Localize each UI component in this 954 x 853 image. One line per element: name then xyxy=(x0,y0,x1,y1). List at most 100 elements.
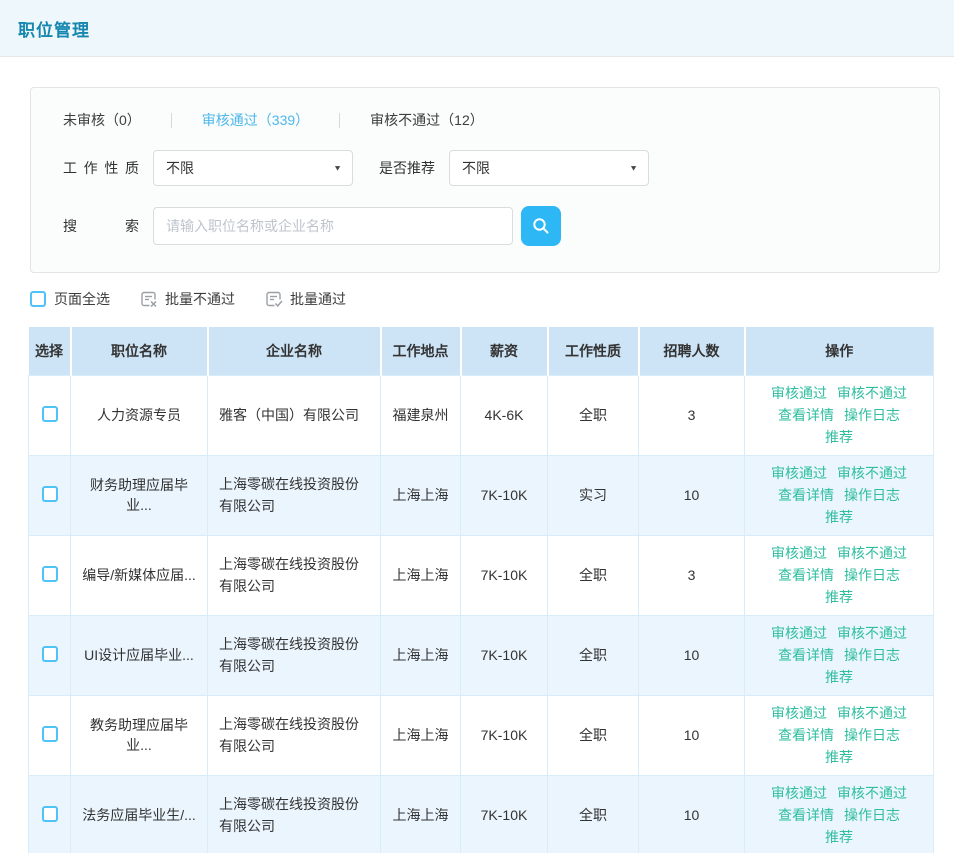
view-details-link[interactable]: 查看详情 xyxy=(778,807,834,823)
position-cell: 教务助理应届毕业... xyxy=(71,695,208,775)
filter-card: 未审核（0） 审核通过（339） 审核不通过（12） 工作性质 不限 ▼ 是否推… xyxy=(30,87,940,273)
company-cell: 上海零碳在线投资股份有限公司 xyxy=(208,615,381,695)
recommend-link[interactable]: 推荐 xyxy=(825,669,853,685)
tab-rejected[interactable]: 审核不通过（12） xyxy=(370,110,484,130)
approve-link[interactable]: 审核通过 xyxy=(771,625,827,641)
search-button[interactable] xyxy=(521,206,561,246)
search-icon xyxy=(531,216,551,236)
select-all-item[interactable]: 页面全选 xyxy=(30,289,110,309)
actions-cell: 审核通过审核不通过 查看详情操作日志 推荐 xyxy=(745,375,934,455)
location-cell: 福建泉州 xyxy=(381,375,461,455)
reject-link[interactable]: 审核不通过 xyxy=(837,625,907,641)
recommended-select[interactable]: 不限 ▼ xyxy=(449,150,649,186)
batch-approve-icon xyxy=(265,290,284,309)
tab-approved[interactable]: 审核通过（339） xyxy=(202,110,309,130)
search-label: 搜索 xyxy=(63,216,139,236)
operation-log-link[interactable]: 操作日志 xyxy=(844,807,900,823)
view-details-link[interactable]: 查看详情 xyxy=(778,727,834,743)
view-details-link[interactable]: 查看详情 xyxy=(778,487,834,503)
search-input[interactable] xyxy=(153,207,513,245)
batch-reject-button[interactable]: 批量不通过 xyxy=(140,289,235,309)
batch-reject-label: 批量不通过 xyxy=(165,289,235,309)
view-details-link[interactable]: 查看详情 xyxy=(778,407,834,423)
location-cell: 上海上海 xyxy=(381,455,461,535)
table-row: 教务助理应届毕业... 上海零碳在线投资股份有限公司 上海上海 7K-10K 全… xyxy=(29,695,934,775)
nature-cell: 全职 xyxy=(548,375,639,455)
tab-unreviewed[interactable]: 未审核（0） xyxy=(63,110,141,130)
headcount-cell: 3 xyxy=(639,375,745,455)
operation-log-link[interactable]: 操作日志 xyxy=(844,407,900,423)
reject-link[interactable]: 审核不通过 xyxy=(837,465,907,481)
table-row: 财务助理应届毕业... 上海零碳在线投资股份有限公司 上海上海 7K-10K 实… xyxy=(29,455,934,535)
batch-toolbar: 页面全选 批量不通过 xyxy=(30,289,940,309)
reject-link[interactable]: 审核不通过 xyxy=(837,545,907,561)
col-salary: 薪资 xyxy=(461,327,548,375)
reject-link[interactable]: 审核不通过 xyxy=(837,785,907,801)
position-cell: 编导/新媒体应届... xyxy=(71,535,208,615)
recommend-link[interactable]: 推荐 xyxy=(825,509,853,525)
location-cell: 上海上海 xyxy=(381,695,461,775)
tab-separator xyxy=(171,113,172,128)
chevron-down-icon: ▼ xyxy=(629,164,638,173)
row-checkbox[interactable] xyxy=(42,566,58,582)
location-cell: 上海上海 xyxy=(381,775,461,853)
row-checkbox[interactable] xyxy=(42,806,58,822)
chevron-down-icon: ▼ xyxy=(333,164,342,173)
company-cell: 上海零碳在线投资股份有限公司 xyxy=(208,535,381,615)
headcount-cell: 10 xyxy=(639,695,745,775)
recommend-link[interactable]: 推荐 xyxy=(825,749,853,765)
batch-approve-button[interactable]: 批量通过 xyxy=(265,289,346,309)
recommend-link[interactable]: 推荐 xyxy=(825,589,853,605)
salary-cell: 7K-10K xyxy=(461,615,548,695)
actions-cell: 审核通过审核不通过 查看详情操作日志 推荐 xyxy=(745,615,934,695)
row-checkbox[interactable] xyxy=(42,726,58,742)
row-checkbox[interactable] xyxy=(42,646,58,662)
job-nature-select[interactable]: 不限 ▼ xyxy=(153,150,353,186)
recommended-label: 是否推荐 xyxy=(379,158,435,178)
position-cell: 法务应届毕业生/... xyxy=(71,775,208,853)
filter-row-search: 搜索 xyxy=(53,206,939,246)
salary-cell: 7K-10K xyxy=(461,775,548,853)
col-company: 企业名称 xyxy=(208,327,381,375)
job-nature-value: 不限 xyxy=(166,158,194,178)
position-cell: UI设计应届毕业... xyxy=(71,615,208,695)
position-cell: 财务助理应届毕业... xyxy=(71,455,208,535)
operation-log-link[interactable]: 操作日志 xyxy=(844,647,900,663)
approve-link[interactable]: 审核通过 xyxy=(771,705,827,721)
col-nature: 工作性质 xyxy=(548,327,639,375)
approve-link[interactable]: 审核通过 xyxy=(771,545,827,561)
salary-cell: 7K-10K xyxy=(461,535,548,615)
approve-link[interactable]: 审核通过 xyxy=(771,465,827,481)
reject-link[interactable]: 审核不通过 xyxy=(837,705,907,721)
table-header-row: 选择 职位名称 企业名称 工作地点 薪资 工作性质 招聘人数 操作 xyxy=(29,327,934,375)
status-tabs: 未审核（0） 审核通过（339） 审核不通过（12） xyxy=(53,110,939,130)
row-checkbox[interactable] xyxy=(42,486,58,502)
select-all-checkbox[interactable] xyxy=(30,291,46,307)
filter-row-selects: 工作性质 不限 ▼ 是否推荐 不限 ▼ xyxy=(53,150,939,186)
nature-cell: 全职 xyxy=(548,615,639,695)
recommend-link[interactable]: 推荐 xyxy=(825,829,853,845)
headcount-cell: 10 xyxy=(639,615,745,695)
col-actions: 操作 xyxy=(745,327,934,375)
headcount-cell: 10 xyxy=(639,455,745,535)
row-checkbox[interactable] xyxy=(42,406,58,422)
view-details-link[interactable]: 查看详情 xyxy=(778,647,834,663)
actions-cell: 审核通过审核不通过 查看详情操作日志 推荐 xyxy=(745,535,934,615)
approve-link[interactable]: 审核通过 xyxy=(771,785,827,801)
view-details-link[interactable]: 查看详情 xyxy=(778,567,834,583)
operation-log-link[interactable]: 操作日志 xyxy=(844,567,900,583)
location-cell: 上海上海 xyxy=(381,615,461,695)
operation-log-link[interactable]: 操作日志 xyxy=(844,487,900,503)
position-cell: 人力资源专员 xyxy=(71,375,208,455)
page-title: 职位管理 xyxy=(18,16,90,41)
approve-link[interactable]: 审核通过 xyxy=(771,385,827,401)
recommend-link[interactable]: 推荐 xyxy=(825,429,853,445)
actions-cell: 审核通过审核不通过 查看详情操作日志 推荐 xyxy=(745,695,934,775)
headcount-cell: 10 xyxy=(639,775,745,853)
nature-cell: 全职 xyxy=(548,775,639,853)
reject-link[interactable]: 审核不通过 xyxy=(837,385,907,401)
recommended-value: 不限 xyxy=(462,158,490,178)
operation-log-link[interactable]: 操作日志 xyxy=(844,727,900,743)
page-header: 职位管理 xyxy=(0,0,954,57)
location-cell: 上海上海 xyxy=(381,535,461,615)
